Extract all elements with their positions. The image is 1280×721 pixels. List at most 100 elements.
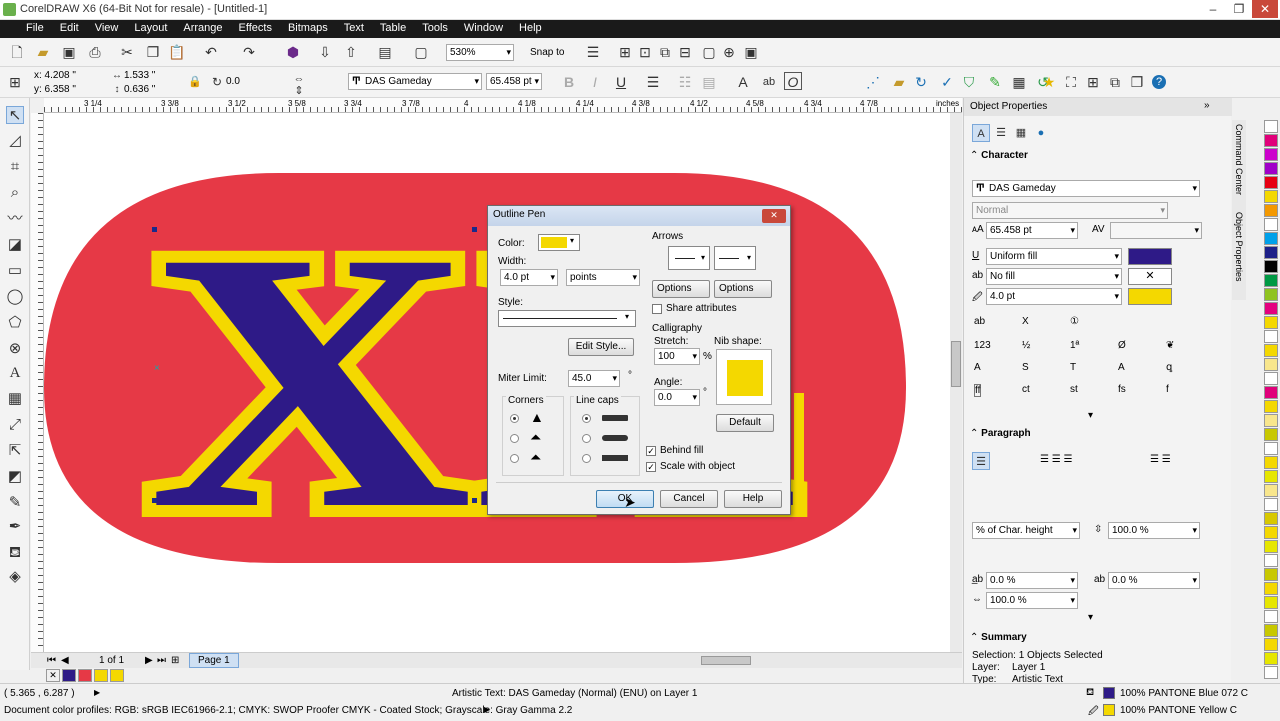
cut-icon[interactable]: ✂ [118,43,136,61]
rectangle-tool-icon[interactable]: ▭ [6,262,24,280]
snap-to-dropdown[interactable]: Snap to [530,47,564,58]
bullet-list-icon[interactable]: ☷ [676,73,694,91]
edit-style-button[interactable]: Edit Style... [568,338,634,356]
ligature-fs-icon[interactable]: fs [1118,384,1126,395]
frame-icon[interactable]: ⛶ [1062,73,1080,91]
polygon-tool-icon[interactable]: ⬠ [6,314,24,332]
outline-pen-tool-icon[interactable]: ✒ [6,518,24,536]
next-page-icon[interactable]: ▶ [145,655,153,666]
palette-swatch[interactable] [1264,120,1278,133]
palette-swatch[interactable] [1264,330,1278,343]
palette-swatch[interactable] [1264,512,1278,525]
palette-swatch[interactable] [1264,652,1278,665]
text-tool-icon[interactable]: A [6,364,24,382]
palette-swatch[interactable] [1264,218,1278,231]
profiles-expand-icon[interactable]: ▶ [484,705,490,714]
summary-section-header[interactable]: Summary [970,632,1220,643]
start-arrow-options-button[interactable]: Options [652,280,710,298]
selection-handle[interactable] [152,498,157,503]
zoom-level-combo[interactable]: 530% [446,44,514,61]
table-tool-icon[interactable]: ▦ [6,390,24,408]
selection-handle[interactable] [472,498,477,503]
smart-fill-icon[interactable]: ◪ [6,236,24,254]
last-page-icon[interactable]: ⏭ [157,655,166,666]
edit-text-icon[interactable]: ab [760,73,778,91]
position-icon[interactable]: X [1022,316,1029,327]
underline-icon[interactable]: U [972,250,979,261]
minimize-icon[interactable]: – [1200,0,1226,18]
palette-swatch[interactable] [1264,176,1278,189]
outline-width-combo[interactable]: 4.0 pt [986,288,1122,305]
font-list-combo[interactable]: Ͳ DAS Gameday [348,73,482,90]
start-arrow-combo[interactable]: ▾ [668,246,710,270]
word-spacing-field[interactable]: 0.0 % [1108,572,1200,589]
palette-swatch[interactable] [1264,414,1278,427]
line-spacing-field[interactable]: 100.0 % [1108,522,1200,539]
underline-icon[interactable]: U [612,73,630,91]
folder-icon[interactable]: ▰ [890,73,908,91]
menu-window[interactable]: Window [456,20,511,34]
ordinal-icon[interactable]: 1ª [1070,340,1079,351]
basic-shapes-icon[interactable]: ⊗ [6,340,24,358]
cap-butt-radio[interactable] [582,414,591,423]
docker-font-combo[interactable]: Ͳ DAS Gameday [972,180,1200,197]
maximize-icon[interactable]: ❐ [1226,0,1252,18]
character-more-icon[interactable]: ▾ [1088,410,1093,421]
palette-swatch[interactable] [1264,274,1278,287]
ligature-f-icon[interactable]: f [1166,384,1169,395]
shield-icon[interactable]: ⛉ [960,73,978,91]
cap-square-radio[interactable] [582,454,591,463]
menu-effects[interactable]: Effects [231,20,280,34]
font-size-combo[interactable]: 65.458 pt [486,73,542,90]
combine-icon[interactable]: ⧉ [656,43,674,61]
corner-miter-radio[interactable] [510,414,519,423]
close-icon[interactable]: ✕ [1252,0,1278,18]
palette-swatch[interactable] [78,669,92,682]
palette-swatch[interactable] [1264,372,1278,385]
bg-fill-type-combo[interactable]: No fill [986,268,1122,285]
export-icon[interactable]: ⇧ [342,43,360,61]
undo-icon[interactable]: ↶ [202,43,220,61]
copy-icon[interactable]: ❐ [144,43,162,61]
menu-view[interactable]: View [87,20,127,34]
align-icon[interactable]: ⊞ [616,43,634,61]
object-origin-icon[interactable]: ⊞ [6,73,24,91]
palette-swatch[interactable] [1264,260,1278,273]
bg-fill-swatch[interactable]: ✕ [1128,268,1172,285]
stretch-field[interactable]: 100 [654,348,700,365]
palette-swatch[interactable] [1264,456,1278,469]
paragraph-section-header[interactable]: Paragraph [970,428,1220,439]
palette-swatch[interactable] [1264,148,1278,161]
palette-swatch[interactable] [1264,302,1278,315]
y-position-field[interactable]: y: 6.358 " [34,84,76,95]
justify-options-icon[interactable]: ☰ ☰ [1150,454,1171,465]
fill-tool-icon[interactable]: ⛾ [6,544,24,562]
palette-swatch[interactable] [62,669,76,682]
ligature-ff-icon[interactable]: ff [974,384,982,397]
palette-swatch[interactable] [1264,190,1278,203]
menu-table[interactable]: Table [372,20,414,34]
kerning-field[interactable] [1110,222,1202,239]
palette-swatch[interactable] [1264,162,1278,175]
palette-swatch[interactable] [1264,428,1278,441]
add-page-icon[interactable]: ⊞ [171,655,179,666]
redo-icon[interactable]: ↷ [240,43,258,61]
align-options-icon[interactable]: ☰ ☰ ☰ [1040,454,1072,465]
default-button[interactable]: Default [716,414,774,432]
help-button[interactable]: Help [724,490,782,508]
refresh-icon[interactable]: ↻ [912,73,930,91]
page-setup-icon[interactable]: ▢ [700,43,718,61]
palette-swatch[interactable] [1264,288,1278,301]
palette-swatch[interactable] [1264,442,1278,455]
rotation-field[interactable]: 0.0 [226,76,240,87]
palette-swatch[interactable] [1264,484,1278,497]
numeral-icon[interactable]: ① [1070,316,1079,327]
text-fill-swatch[interactable] [1128,248,1172,265]
palette-swatch[interactable] [1264,666,1278,679]
palette-swatch[interactable] [1264,134,1278,147]
palette-swatch[interactable] [110,669,124,682]
cancel-button[interactable]: Cancel [660,490,718,508]
menu-tools[interactable]: Tools [414,20,456,34]
behind-fill-checkbox[interactable]: ✓ [646,446,656,456]
color-tab-icon[interactable]: ● [1032,124,1050,142]
